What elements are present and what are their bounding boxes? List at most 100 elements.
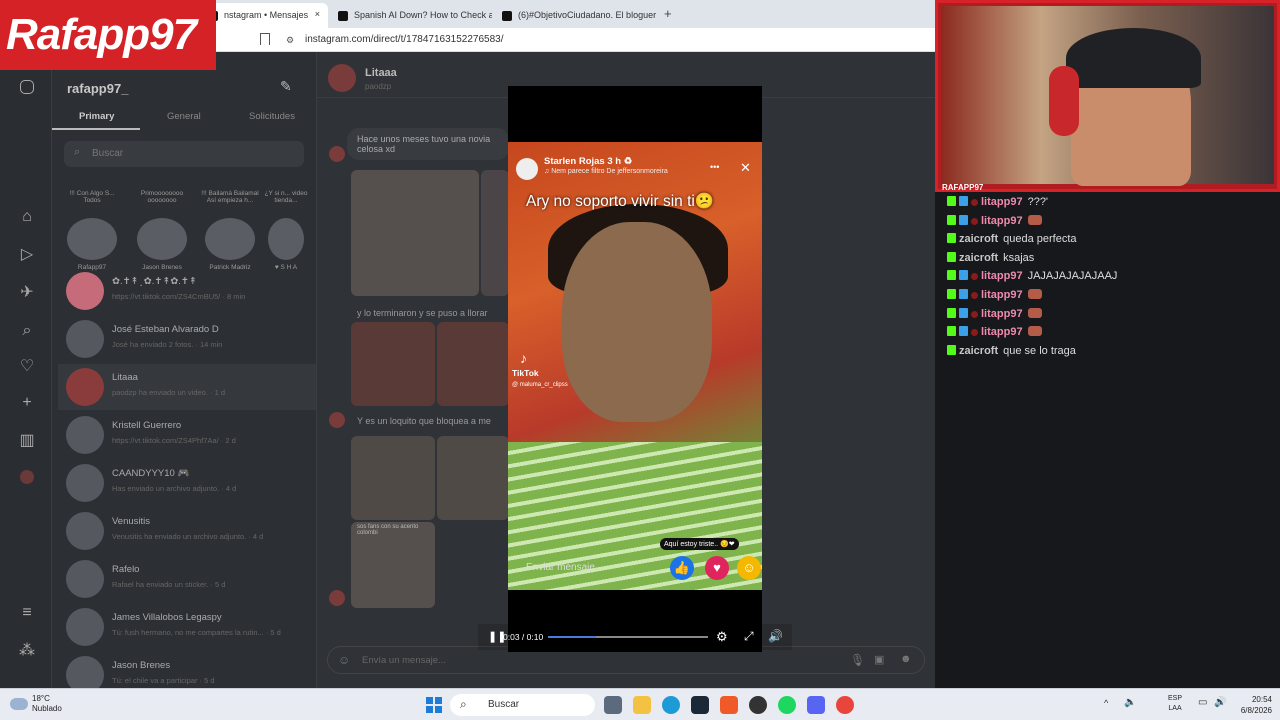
- conversation-item[interactable]: Rafelo Rafael ha enviado un sticker. · 5 …: [64, 556, 314, 602]
- story-item[interactable]: Primoooooooo oooooooo Jason Brenes: [132, 190, 192, 271]
- bookmark-icon[interactable]: [260, 33, 270, 45]
- instagram-logo-icon[interactable]: [20, 80, 34, 94]
- heart-badge-icon: [971, 310, 978, 318]
- close-icon[interactable]: ✕: [740, 160, 751, 176]
- video-thumbnail[interactable]: [437, 322, 509, 406]
- weather-widget[interactable]: 18°C Nublado: [32, 694, 62, 714]
- video-thumbnail[interactable]: [351, 436, 435, 520]
- brave-icon[interactable]: [720, 696, 738, 714]
- edge-icon[interactable]: [662, 696, 680, 714]
- dashboard-icon[interactable]: ▥: [18, 432, 36, 450]
- steam-icon[interactable]: [691, 696, 709, 714]
- video-thumbnail[interactable]: [437, 436, 509, 520]
- chat-username[interactable]: litapp97: [981, 196, 1023, 208]
- chat-username[interactable]: litapp97: [981, 270, 1023, 282]
- profile-avatar[interactable]: [20, 470, 34, 484]
- reels-icon[interactable]: ▷: [18, 246, 36, 264]
- video-thumbnail[interactable]: sos fans con su acento colombi: [351, 522, 435, 608]
- tab-objetivo[interactable]: (6)#ObjetivoCiudadano. El bloguero: [494, 3, 656, 28]
- tab-primary[interactable]: Primary: [79, 111, 114, 122]
- discord-icon[interactable]: [807, 696, 825, 714]
- conversation-item[interactable]: Kristell Guerrero https://vt.tiktok.com/Z…: [64, 412, 314, 458]
- chat-username[interactable]: litapp97: [981, 215, 1023, 227]
- fullscreen-icon[interactable]: ⤢: [744, 629, 754, 644]
- chrome-icon[interactable]: [836, 696, 854, 714]
- app-icon[interactable]: [749, 696, 767, 714]
- instagram-nav-rail: ⌂ ▷ ✈ ⌕ ♡ + ▥ ≡ ⁂: [0, 52, 52, 688]
- microphone-icon[interactable]: 🎙: [850, 653, 865, 667]
- screen: nstagram • Mensajes × Spanish AI Down? H…: [0, 0, 1280, 720]
- compose-icon[interactable]: ✎: [280, 78, 292, 95]
- conversation-item[interactable]: Venusitis Venusitis ha enviado un archivo…: [64, 508, 314, 554]
- chat-username[interactable]: zaicroft: [959, 233, 998, 245]
- story-item[interactable]: !!! Bailamá Bailamal Así empieza h... Pa…: [200, 190, 260, 271]
- chat-username[interactable]: litapp97: [981, 289, 1023, 301]
- tab-spanish-ai[interactable]: Spanish AI Down? How to Check and: [330, 3, 492, 28]
- tab-instagram[interactable]: nstagram • Mensajes ×: [200, 3, 328, 28]
- pause-icon[interactable]: ❚❚: [488, 630, 506, 644]
- weather-icon[interactable]: [10, 698, 28, 710]
- site-info-icon[interactable]: ⚙: [286, 35, 294, 46]
- video-thumbnail[interactable]: [481, 170, 509, 296]
- conversation-preview: https://vt.tiktok.com/ZS4CmBU5/ · 8 min: [112, 292, 246, 301]
- sub-badge-icon: [959, 196, 968, 206]
- language-indicator[interactable]: ESP LAA: [1168, 694, 1182, 714]
- chat-username[interactable]: zaicroft: [959, 345, 998, 357]
- like-icon[interactable]: 👍: [670, 556, 694, 580]
- url-field[interactable]: instagram.com/direct/t/17847163152276583…: [305, 34, 503, 45]
- menu-icon[interactable]: ≡: [18, 604, 36, 622]
- create-icon[interactable]: +: [18, 394, 36, 412]
- chevron-up-icon[interactable]: ^: [1104, 698, 1108, 708]
- avatar: [67, 218, 117, 260]
- account-username[interactable]: rafapp97_: [67, 81, 128, 96]
- message-placeholder: Envía un mensaje...: [362, 655, 446, 666]
- search-icon[interactable]: ⌕: [18, 322, 36, 340]
- more-options-icon[interactable]: •••: [710, 162, 719, 172]
- chat-username[interactable]: litapp97: [981, 308, 1023, 320]
- volume-icon[interactable]: 🔊: [1214, 697, 1226, 708]
- conversation-item[interactable]: ✿.✝↟ ͙ ✿.✝↟✿.✝↟ https://vt.tiktok.com/ZS4…: [64, 268, 314, 314]
- care-icon[interactable]: ☺: [737, 556, 761, 580]
- emote-icon: [1027, 326, 1042, 337]
- image-icon[interactable]: ▣: [874, 653, 884, 666]
- chat-title[interactable]: Litaaa: [365, 67, 397, 79]
- close-tab-icon[interactable]: ×: [315, 9, 320, 19]
- tab-requests[interactable]: Solicitudes: [249, 111, 295, 122]
- video-player[interactable]: Starlen Rojas 3 h ♻ ♫ Nem parece filtro …: [478, 86, 792, 652]
- story-item[interactable]: !!! Con Algo S... Todos Rafapp97: [62, 190, 122, 271]
- notifications-icon[interactable]: ♡: [18, 358, 36, 376]
- conversation-item[interactable]: José Esteban Alvarado D José ha enviado 2…: [64, 316, 314, 362]
- spotify-icon[interactable]: [778, 696, 796, 714]
- video-thumbnail[interactable]: [351, 170, 479, 296]
- network-icon[interactable]: ▭: [1198, 697, 1207, 708]
- chat-username[interactable]: zaicroft: [959, 252, 998, 264]
- volume-icon[interactable]: 🔊: [768, 629, 783, 643]
- conversation-item-selected[interactable]: Litaaa paodzp ha enviado un video. · 1 d: [58, 364, 316, 410]
- new-tab-button[interactable]: +: [664, 6, 672, 21]
- love-icon[interactable]: ♥: [705, 556, 729, 580]
- conversation-item[interactable]: CAANDYYY10 🎮 Has enviado un archivo adjun…: [64, 460, 314, 506]
- chat-message: zaicroft queda perfecta: [947, 233, 1077, 249]
- story-item[interactable]: ¿Y si n... video tienda... ♥ S H A: [262, 190, 310, 271]
- sticker-icon[interactable]: ☻: [900, 653, 912, 665]
- avatar: [66, 560, 104, 598]
- video-caption: Ary no soporto vivir sin ti😕: [526, 193, 715, 210]
- emoji-icon[interactable]: ☺: [338, 653, 350, 667]
- clock[interactable]: 20:54 6/8/2026: [1230, 694, 1272, 716]
- video-thumbnail[interactable]: [351, 322, 435, 406]
- settings-icon[interactable]: ⚙: [716, 629, 728, 645]
- chat-username[interactable]: litapp97: [981, 326, 1023, 338]
- speaker-icon[interactable]: 🔈: [1124, 697, 1136, 708]
- tab-general[interactable]: General: [167, 111, 201, 122]
- home-icon[interactable]: ⌂: [18, 208, 36, 226]
- messages-icon[interactable]: ✈: [18, 284, 36, 302]
- search-input[interactable]: ⌕ Buscar: [64, 141, 304, 167]
- reply-input[interactable]: Enviar mensaje: [526, 562, 595, 573]
- conversation-item[interactable]: James Villalobos Legaspy Tú: fush hermano…: [64, 604, 314, 650]
- file-explorer-icon[interactable]: [633, 696, 651, 714]
- avatar[interactable]: [328, 64, 356, 92]
- apps-icon[interactable]: ⁂: [18, 642, 36, 660]
- taskbar-search[interactable]: ⌕ Buscar: [450, 694, 595, 716]
- task-view-icon[interactable]: [604, 696, 622, 714]
- start-icon[interactable]: [426, 697, 442, 713]
